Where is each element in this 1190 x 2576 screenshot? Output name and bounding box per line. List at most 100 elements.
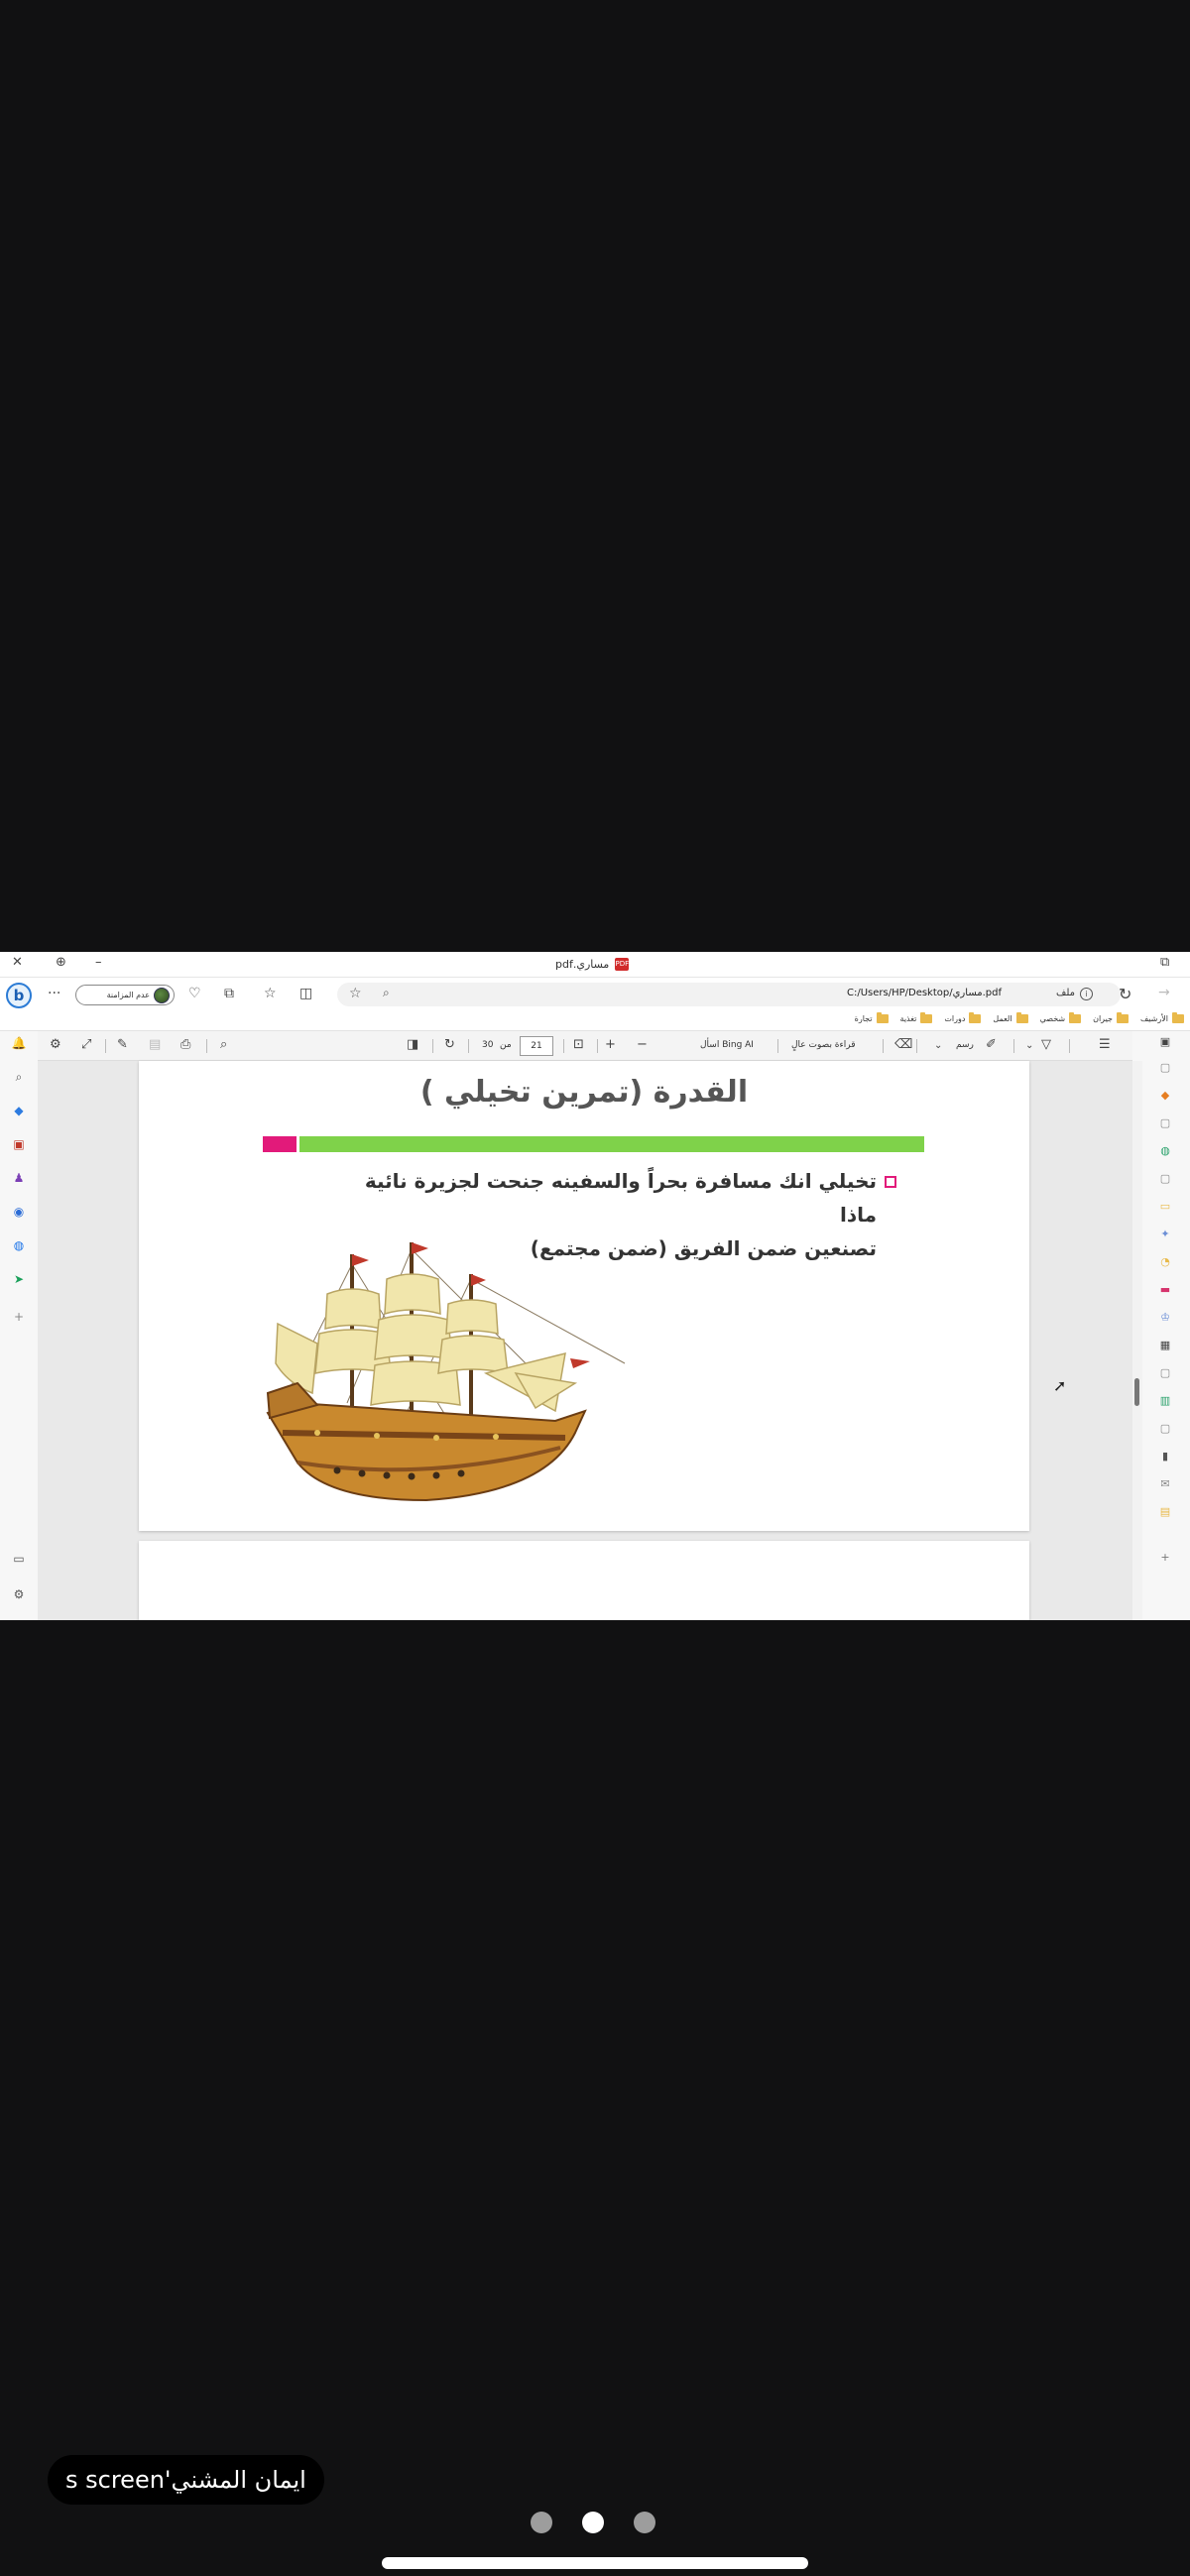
collections-icon[interactable]: ⧉ xyxy=(224,986,234,1001)
page-view-icon[interactable]: ◨ xyxy=(407,1037,418,1052)
page-number-input[interactable]: 21 xyxy=(520,1036,553,1056)
scrollbar-thumb[interactable] xyxy=(1134,1378,1139,1406)
lightbulb-icon[interactable]: ◔ xyxy=(1158,1255,1172,1269)
doc-icon[interactable]: ▢ xyxy=(1158,1061,1172,1075)
fullscreen-icon[interactable]: ⤢ xyxy=(81,1037,91,1052)
carousel-dot-active[interactable] xyxy=(582,2512,604,2533)
sidebar-settings-gear-icon[interactable]: ⚙ xyxy=(11,1586,27,1602)
extensions-heart-icon[interactable]: ♡ xyxy=(188,986,201,1001)
address-row: b ··· عدم المزامنة ♡ ⧉ ☆ ◫ ☆ ⌕ C:/Users/… xyxy=(0,978,1190,1011)
sidebar-panel-icon[interactable]: ▣ xyxy=(1158,1035,1172,1049)
highlight-dropdown-chevron-icon[interactable]: ⌄ xyxy=(1025,1040,1033,1051)
eraser-icon[interactable]: ⌫ xyxy=(894,1037,912,1052)
divider xyxy=(105,1039,106,1053)
draw-button[interactable]: رسم xyxy=(956,1040,974,1050)
profile-button[interactable]: عدم المزامنة xyxy=(75,985,175,1005)
folder-icon xyxy=(969,1012,982,1023)
notifications-bell-icon[interactable]: 🔔 xyxy=(11,1035,27,1051)
mail-icon[interactable]: ✉ xyxy=(1158,1477,1172,1491)
fit-page-icon[interactable]: ⊡ xyxy=(573,1037,584,1052)
print-icon[interactable]: ⎙ xyxy=(180,1037,190,1052)
sheet-icon[interactable]: ▥ xyxy=(1158,1394,1172,1408)
divider xyxy=(206,1039,207,1053)
favorite-folder[interactable]: تجارة xyxy=(855,1012,889,1023)
outlook-icon[interactable]: ◍ xyxy=(11,1237,27,1253)
games-icon[interactable]: ♟ xyxy=(11,1170,27,1186)
zoom-icon[interactable]: ⌕ xyxy=(383,986,390,1000)
bing-copilot-icon[interactable]: b xyxy=(6,983,32,1008)
divider xyxy=(1069,1039,1070,1053)
favorite-folder[interactable]: تغذية xyxy=(900,1012,933,1023)
archive-icon[interactable]: ▤ xyxy=(1158,1505,1172,1519)
forward-arrow-icon[interactable]: → xyxy=(1158,985,1170,1000)
pdf-toolbar: ⚙ ⤢ ✎ ▤ ⎙ ⌕ ◨ ↻ 30 من 21 ⊡ + − اسأل Bing… xyxy=(38,1031,1132,1061)
file-scheme-label: ملف xyxy=(1055,988,1075,998)
divider xyxy=(597,1039,598,1053)
highlight-icon[interactable]: ▽ xyxy=(1041,1037,1051,1052)
close-window-button[interactable]: ✕ xyxy=(12,955,23,970)
more-options-icon[interactable]: ··· xyxy=(48,986,60,1001)
mouse-cursor-icon: ➚ xyxy=(1053,1376,1067,1395)
folder-icon xyxy=(1069,1012,1082,1023)
tab-actions-icon[interactable]: ⧉ xyxy=(1160,955,1169,970)
find-in-document-icon[interactable]: ⌕ xyxy=(220,1037,227,1052)
calculator-icon[interactable]: ▦ xyxy=(1158,1339,1172,1352)
right-sidebar: ▣ ▢ ◆ ▢ ◍ ▢ ▭ ✦ ◔ ▬ ♔ ▦ ▢ ▥ ▢ ▮ ✉ ▤ + xyxy=(1142,1031,1190,1620)
split-screen-icon[interactable]: ◫ xyxy=(299,986,312,1001)
site-info-icon[interactable]: i xyxy=(1080,988,1093,1000)
add-favorite-star-icon[interactable]: ☆ xyxy=(349,986,362,1001)
add-app-icon[interactable]: + xyxy=(1158,1551,1172,1565)
draw-dropdown-chevron-icon[interactable]: ⌄ xyxy=(934,1040,942,1051)
zoom-in-button[interactable]: + xyxy=(605,1037,616,1052)
address-bar[interactable]: ☆ ⌕ C:/Users/HP/Desktop/مساري.pdf ملف i xyxy=(337,983,1121,1006)
minimize-window-button[interactable]: – xyxy=(95,955,102,970)
star-icon[interactable]: ✦ xyxy=(1158,1228,1172,1241)
send-icon[interactable]: ➤ xyxy=(11,1271,27,1287)
save-icon[interactable]: ▤ xyxy=(149,1037,161,1052)
folder-icon xyxy=(920,1012,933,1023)
active-tab[interactable]: PDF مساري.pdf xyxy=(555,958,630,971)
favorites-list-icon[interactable]: ☆ xyxy=(264,986,277,1001)
screen-owner-label: s screen'ايمان المشني xyxy=(48,2455,324,2505)
bookmark-icon[interactable]: ▮ xyxy=(1158,1450,1172,1464)
shopping-tag-icon[interactable]: ◆ xyxy=(11,1103,27,1118)
sidebar-layout-icon[interactable]: ▭ xyxy=(11,1551,27,1567)
home-indicator[interactable] xyxy=(382,2557,808,2569)
page-of-label: من xyxy=(500,1040,512,1050)
search-icon[interactable]: ⌕ xyxy=(11,1069,27,1085)
favorite-folder[interactable]: شخصي xyxy=(1040,1012,1082,1023)
add-sidebar-app-icon[interactable]: + xyxy=(11,1309,27,1325)
page-icon[interactable]: ▢ xyxy=(1158,1366,1172,1380)
draw-pen-icon[interactable]: ✐ xyxy=(986,1037,997,1052)
crown-icon[interactable]: ♔ xyxy=(1158,1311,1172,1325)
read-aloud-button[interactable]: قراءة بصوت عالٍ xyxy=(791,1040,856,1050)
favorite-folder[interactable]: دورات xyxy=(944,1012,982,1023)
favorite-folder[interactable]: جيران xyxy=(1093,1012,1129,1023)
pdf-page: القدرة (تمرين تخيلي ) تخيلي انك مسافرة ب… xyxy=(139,1061,1029,1531)
zoom-out-button[interactable]: − xyxy=(637,1037,648,1052)
vertical-scrollbar[interactable] xyxy=(1132,1061,1142,1620)
ask-bing-button[interactable]: اسأل Bing AI xyxy=(700,1040,754,1050)
carousel-dot[interactable] xyxy=(634,2512,655,2533)
save-as-icon[interactable]: ✎ xyxy=(117,1037,128,1052)
favorite-folder[interactable]: العمل xyxy=(993,1012,1028,1023)
rotate-icon[interactable]: ↻ xyxy=(444,1037,455,1052)
toolbox-icon[interactable]: ▣ xyxy=(11,1136,27,1152)
folder-icon[interactable]: ▭ xyxy=(1158,1200,1172,1214)
media-icon[interactable]: ▬ xyxy=(1158,1283,1172,1297)
office-icon[interactable]: ◉ xyxy=(11,1204,27,1220)
tag-icon[interactable]: ◆ xyxy=(1158,1089,1172,1103)
carousel-dot[interactable] xyxy=(531,2512,552,2533)
page-icon[interactable]: ▢ xyxy=(1158,1116,1172,1130)
reload-icon[interactable]: ↻ xyxy=(1119,985,1131,1003)
table-of-contents-icon[interactable]: ☰ xyxy=(1099,1037,1111,1052)
page-icon[interactable]: ▢ xyxy=(1158,1172,1172,1186)
browser-window: ✕ ⊕ – PDF مساري.pdf ⧉ b ··· عدم المزامنة… xyxy=(0,952,1190,1620)
folder-icon xyxy=(1015,1012,1028,1023)
favorite-folder[interactable]: الأرشيف xyxy=(1140,1012,1184,1023)
restore-window-button[interactable]: ⊕ xyxy=(56,955,66,970)
copilot-icon[interactable]: ◍ xyxy=(1158,1144,1172,1158)
page-icon[interactable]: ▢ xyxy=(1158,1422,1172,1436)
pdf-settings-gear-icon[interactable]: ⚙ xyxy=(50,1037,61,1052)
divider xyxy=(468,1039,469,1053)
